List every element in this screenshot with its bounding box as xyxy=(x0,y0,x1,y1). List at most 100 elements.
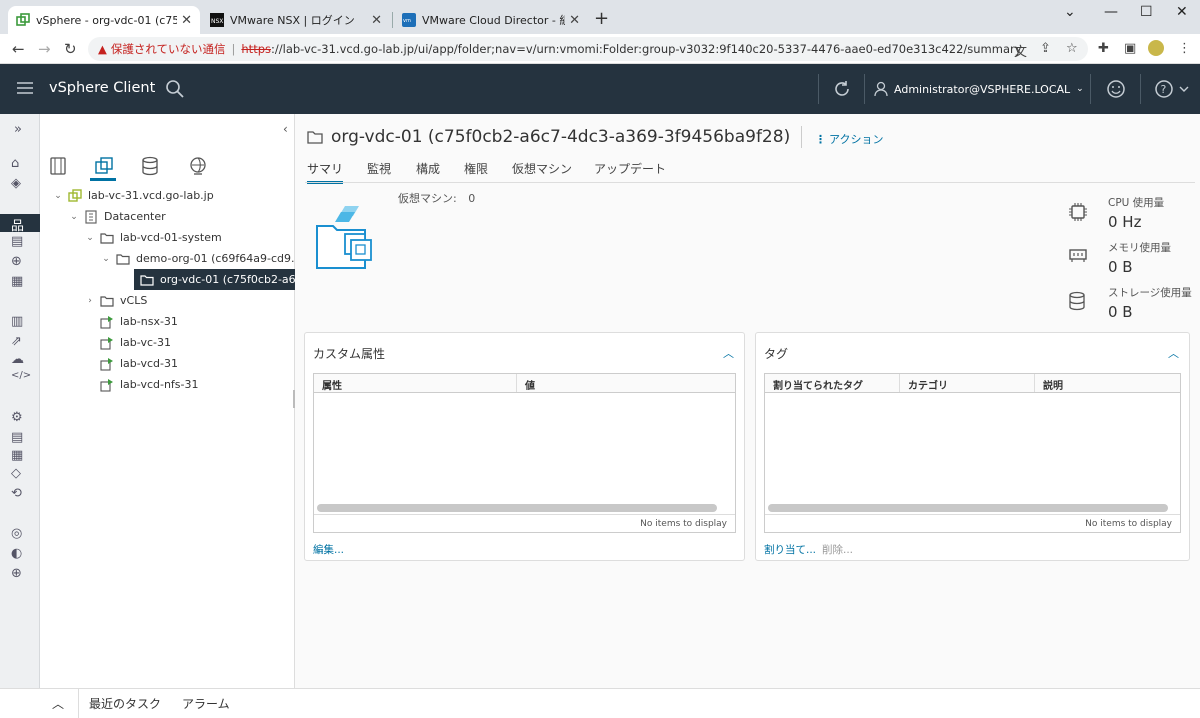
tree-node-vcenter[interactable]: ⌄ lab-vc-31.vcd.go-lab.jp xyxy=(52,185,214,206)
policies-icon[interactable]: ⚙ xyxy=(11,410,23,425)
tab-updates[interactable]: アップデート xyxy=(594,160,666,177)
actions-menu[interactable]: ⋮ アクション xyxy=(815,131,883,147)
tags-icon[interactable]: ◇ xyxy=(11,466,21,481)
column-header[interactable]: 属性 xyxy=(314,374,517,392)
administration-icon[interactable]: ◎ xyxy=(11,526,22,541)
insecure-connection-label[interactable]: 保護されていない通信 xyxy=(111,41,226,57)
extensions-icon[interactable]: ✚ xyxy=(1098,41,1109,56)
new-tab-button[interactable]: + xyxy=(594,8,609,29)
tab-vms[interactable]: 仮想マシン xyxy=(512,160,572,177)
bookmark-star-icon[interactable]: ☆ xyxy=(1066,41,1078,56)
custom-attributes-grid: 属性 値 No items to display xyxy=(313,373,736,533)
header-divider xyxy=(818,74,819,104)
close-tab-icon[interactable]: ✕ xyxy=(181,13,192,28)
tree-node-datacenter[interactable]: ⌄ Datacenter xyxy=(68,206,166,227)
tree-node-demo-org[interactable]: ⌄ demo-org-01 (c69f64a9-cd9... xyxy=(100,248,301,269)
tab-monitor[interactable]: 監視 xyxy=(367,160,391,177)
tree-node-vm[interactable]: lab-vcd-31 xyxy=(96,353,178,374)
lifecycle-icon[interactable]: ⟲ xyxy=(11,486,22,501)
share-icon[interactable]: ⇪ xyxy=(1040,41,1051,56)
help-icon[interactable]: ? xyxy=(1154,79,1190,99)
cloud-icon[interactable]: ☁ xyxy=(11,352,24,367)
browser-tab-vsphere[interactable]: vSphere - org-vdc-01 (c75f0cb2- ✕ xyxy=(8,6,200,34)
vsphere-favicon-icon xyxy=(16,13,30,27)
user-menu[interactable]: Administrator@VSPHERE.LOCAL ⌄ xyxy=(874,81,1084,97)
shortcut-rail: » ⌂ ◈ 品 ▤ ⊕ ▦ ▥ ⇗ ☁ </> ⚙ ▤ ▦ ◇ ⟲ ◎ ◐ ⊕ xyxy=(0,114,40,688)
tasks-icon[interactable]: ▤ xyxy=(11,430,23,445)
home-icon[interactable]: ⌂ xyxy=(11,156,19,171)
tab-summary[interactable]: サマリ xyxy=(307,160,344,184)
hosts-clusters-icon[interactable]: 品 xyxy=(11,215,24,234)
tab-recent-tasks[interactable]: 最近のタスク xyxy=(89,695,161,712)
minimize-icon[interactable]: — xyxy=(1104,4,1118,20)
chevron-up-icon[interactable]: ︿ xyxy=(723,345,734,361)
chevron-down-icon[interactable]: ⌄ xyxy=(52,191,64,201)
tab-search-chevron-icon[interactable]: ⌄ xyxy=(1064,4,1076,20)
warning-triangle-icon[interactable]: ▲ xyxy=(98,42,107,56)
storage-icon[interactable]: ⊕ xyxy=(11,254,22,269)
translate-icon[interactable]: 文 xyxy=(1014,41,1027,60)
expand-rail-icon[interactable]: » xyxy=(14,122,22,137)
collapse-pane-icon[interactable]: ‹ xyxy=(283,122,288,136)
chevron-up-icon[interactable]: ︿ xyxy=(52,695,64,712)
add-icon[interactable]: ⊕ xyxy=(11,566,22,581)
tree-node-vm[interactable]: lab-vc-31 xyxy=(96,332,171,353)
maximize-icon[interactable]: ☐ xyxy=(1140,4,1153,20)
browser-menu-icon[interactable]: ⋮ xyxy=(1178,41,1191,56)
url-bar[interactable]: ▲ 保護されていない通信 | https ://lab-vc-31.vcd.go… xyxy=(88,37,1088,61)
chevron-up-icon[interactable]: ︿ xyxy=(1168,345,1179,361)
chevron-down-icon[interactable]: ⌄ xyxy=(68,212,80,222)
workload-icon[interactable]: ⇗ xyxy=(11,334,22,349)
column-header[interactable]: カテゴリ xyxy=(900,374,1035,392)
hosts-clusters-tab-icon[interactable] xyxy=(48,156,68,176)
navigator-pane: ‹ ⌄ lab-vc-31.vcd.go-lab.jp ⌄ Datacenter… xyxy=(40,114,311,688)
tree-node-org-vdc-selected[interactable]: org-vdc-01 (c75f0cb2-a6... xyxy=(134,269,311,290)
grid-header: 属性 値 xyxy=(314,374,735,393)
bottom-panel: ︿ 最近のタスク アラーム xyxy=(0,688,1200,718)
networking-icon[interactable]: ▦ xyxy=(11,274,23,289)
close-window-icon[interactable]: ✕ xyxy=(1176,4,1188,20)
developer-center-icon[interactable]: </> xyxy=(11,370,31,381)
content-libraries-icon[interactable]: ▥ xyxy=(11,314,23,329)
remove-link[interactable]: 削除... xyxy=(822,542,853,557)
column-header[interactable]: 値 xyxy=(517,374,735,392)
networking-tab-icon[interactable] xyxy=(188,156,208,176)
tab-configure[interactable]: 構成 xyxy=(416,160,440,177)
assign-link[interactable]: 割り当て... xyxy=(764,542,816,557)
browser-tab-cloud-director[interactable]: vm VMware Cloud Director - 組織 VD ✕ xyxy=(394,6,588,34)
hamburger-menu-icon[interactable] xyxy=(16,79,34,97)
close-tab-icon[interactable]: ✕ xyxy=(569,13,580,28)
tree-node-vm[interactable]: lab-vcd-nfs-31 xyxy=(96,374,199,395)
vms-templates-tab-icon[interactable] xyxy=(94,156,114,176)
close-tab-icon[interactable]: ✕ xyxy=(371,13,382,28)
storage-tab-icon[interactable] xyxy=(140,156,160,176)
profile-avatar[interactable] xyxy=(1148,40,1164,56)
chevron-right-icon[interactable]: › xyxy=(84,296,96,306)
forward-arrow-icon[interactable]: → xyxy=(38,40,51,58)
browser-tab-nsx[interactable]: NSX VMware NSX | ログイン ✕ xyxy=(202,6,390,34)
tree-node-vcls[interactable]: › vCLS xyxy=(84,290,147,311)
reload-icon[interactable]: ↻ xyxy=(64,40,77,58)
vm-powered-on-icon xyxy=(100,357,114,371)
tree-node-label: vCLS xyxy=(120,294,148,307)
tab-permissions[interactable]: 権限 xyxy=(464,160,488,177)
tab-alarms[interactable]: アラーム xyxy=(182,695,230,712)
tree-node-vm[interactable]: lab-nsx-31 xyxy=(96,311,178,332)
chevron-down-icon[interactable]: ⌄ xyxy=(84,233,96,243)
refresh-icon[interactable] xyxy=(832,79,852,99)
horizontal-scrollbar[interactable] xyxy=(768,504,1168,512)
column-header[interactable]: 説明 xyxy=(1035,374,1180,392)
back-arrow-icon[interactable]: ← xyxy=(12,40,25,58)
edit-link[interactable]: 編集... xyxy=(313,542,344,557)
vms-templates-icon[interactable]: ▤ xyxy=(11,234,23,249)
global-inventory-icon[interactable]: ◐ xyxy=(11,546,22,561)
horizontal-scrollbar[interactable] xyxy=(317,504,717,512)
column-header[interactable]: 割り当てられたタグ xyxy=(765,374,900,392)
feedback-smiley-icon[interactable] xyxy=(1106,79,1126,99)
tree-node-system-folder[interactable]: ⌄ lab-vcd-01-system xyxy=(84,227,221,248)
chevron-down-icon[interactable]: ⌄ xyxy=(100,254,112,264)
shortcuts-icon[interactable]: ◈ xyxy=(11,176,21,191)
events-icon[interactable]: ▦ xyxy=(11,448,23,463)
search-icon[interactable] xyxy=(165,79,185,99)
side-panel-icon[interactable]: ▣ xyxy=(1124,41,1136,56)
